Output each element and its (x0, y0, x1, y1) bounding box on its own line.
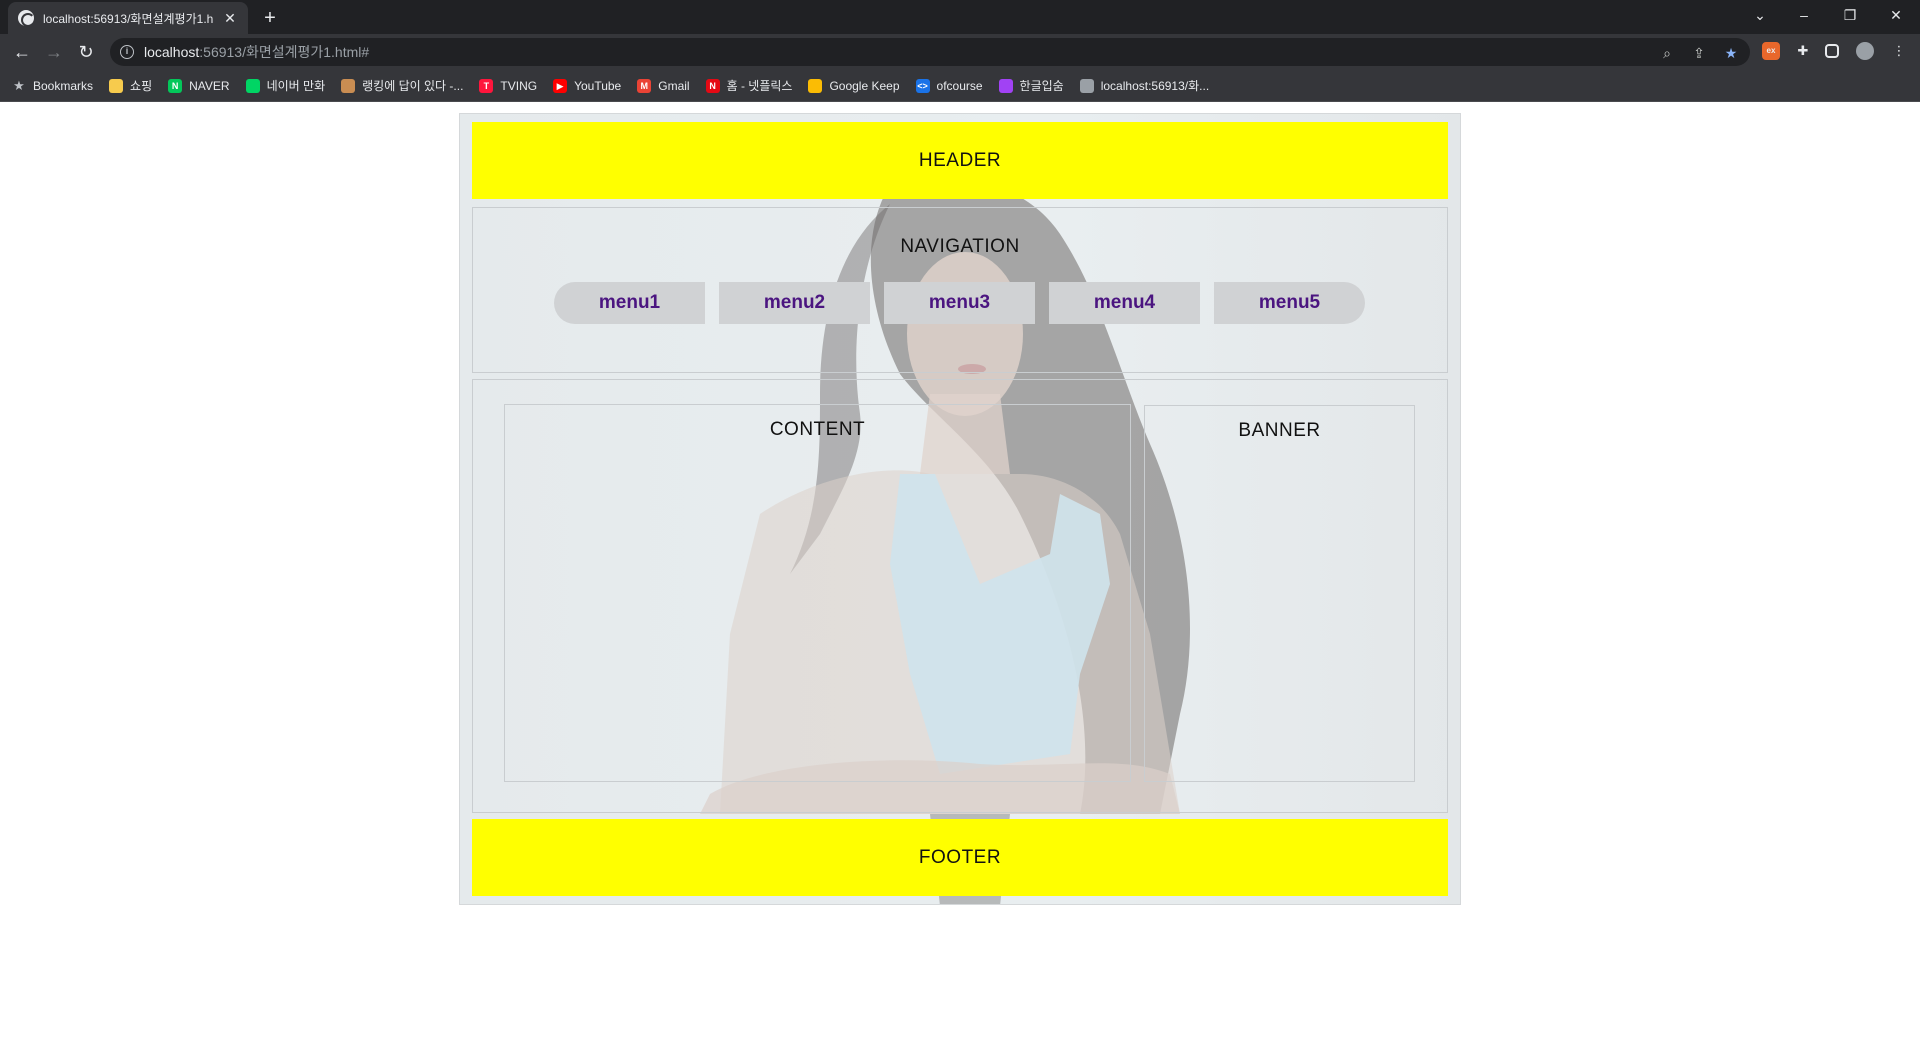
tab-title: localhost:56913/화면설계평가1.h (43, 11, 214, 26)
bookmark-item[interactable]: ★ Bookmarks (12, 77, 94, 93)
bookmark-item[interactable]: Google Keep (808, 78, 900, 93)
globe-icon (18, 10, 35, 27)
hangul-icon (998, 78, 1013, 93)
new-tab-button[interactable]: + (256, 5, 284, 33)
tving-icon: T (479, 78, 494, 93)
url-host: localhost (144, 44, 200, 60)
bookmark-label: localhost:56913/화... (1100, 79, 1210, 93)
folder-icon (109, 78, 124, 93)
more-menu-icon[interactable]: ⋮ (1890, 42, 1908, 60)
bookmark-label: Google Keep (829, 78, 900, 93)
bookmark-label: Bookmarks (33, 78, 94, 93)
bookmark-item[interactable]: <> ofcourse (915, 78, 983, 93)
menu-item-2[interactable]: menu2 (719, 282, 870, 324)
menu-item-3[interactable]: menu3 (884, 282, 1035, 324)
bookmark-item[interactable]: 쇼핑 (109, 77, 152, 94)
banner-title: BANNER (1238, 420, 1321, 441)
bookmark-label: 홈 - 넷플릭스 (726, 79, 793, 93)
share-icon[interactable]: ⇪ (1690, 44, 1708, 62)
banner-section: BANNER (1144, 405, 1415, 782)
footer-section: FOOTER (472, 819, 1448, 896)
bookmark-label: 랭킹에 답이 있다 -... (362, 79, 464, 93)
layout-wrapper: HEADER NAVIGATION menu1 menu2 menu3 menu… (459, 113, 1461, 905)
youtube-icon: ▶ (553, 78, 568, 93)
bookmarks-bar: ★ Bookmarks 쇼핑 N NAVER 네이버 만화 랭킹에 답이 있다 -... T T… (0, 70, 1920, 102)
navigation-title: NAVIGATION (900, 236, 1020, 257)
zoom-icon[interactable]: ⌕ (1658, 44, 1676, 62)
bookmark-label: NAVER (189, 78, 230, 93)
bookmark-item[interactable]: 네이버 만화 (245, 77, 326, 94)
bookmark-label: 쇼핑 (130, 79, 153, 93)
puzzle-icon[interactable]: ✚ (1794, 42, 1812, 60)
menu-item-1[interactable]: menu1 (554, 282, 705, 324)
google-keep-icon (808, 78, 823, 93)
ranking-icon (341, 78, 356, 93)
bookmark-item[interactable]: T TVING (479, 78, 538, 93)
content-title: CONTENT (769, 419, 866, 440)
ofcourse-icon: <> (915, 78, 930, 93)
profile-avatar[interactable] (1856, 42, 1874, 60)
bookmark-label: 한글입숨 (1019, 79, 1064, 93)
back-arrow-icon[interactable]: ← (8, 38, 36, 66)
tab-close-icon[interactable]: ✕ (222, 10, 238, 27)
bookmark-item[interactable]: localhost:56913/화... (1079, 77, 1210, 94)
bookmark-label: ofcourse (936, 78, 983, 93)
menu-item-4[interactable]: menu4 (1049, 282, 1200, 324)
bookmark-star-icon[interactable]: ★ (1722, 44, 1740, 62)
bookmark-item[interactable]: 랭킹에 답이 있다 -... (341, 77, 463, 94)
bookmark-item[interactable]: N 홈 - 넷플릭스 (705, 77, 793, 94)
page-viewport: HEADER NAVIGATION menu1 menu2 menu3 menu… (0, 103, 1920, 1040)
site-info-icon[interactable]: i (120, 45, 134, 59)
netflix-icon: N (705, 78, 720, 93)
naver-icon: N (168, 78, 183, 93)
bookmark-label: 네이버 만화 (266, 79, 326, 93)
reload-icon[interactable]: ↻ (72, 38, 100, 66)
url-path: :56913/화면설계평가1.html# (199, 44, 370, 60)
restore-button[interactable]: ❐ (1828, 0, 1872, 30)
browser-tab[interactable]: localhost:56913/화면설계평가1.h ✕ (8, 2, 248, 34)
extension-icon[interactable]: ex (1762, 42, 1780, 60)
star-icon: ★ (13, 77, 25, 93)
minimize-button[interactable]: – (1782, 0, 1826, 30)
bookmark-label: YouTube (574, 78, 622, 93)
gmail-icon: M (637, 78, 652, 93)
tab-search-chevron-icon[interactable]: ⌄ (1738, 0, 1782, 30)
menu-item-5[interactable]: menu5 (1214, 282, 1365, 324)
bookmark-item[interactable]: N NAVER (168, 78, 230, 93)
browser-tab-bar: localhost:56913/화면설계평가1.h ✕ + ⌄ – ❐ ✕ (0, 0, 1920, 34)
globe-icon (1079, 78, 1094, 93)
bookmark-label: Gmail (658, 78, 690, 93)
bookmark-item[interactable]: 한글입숨 (998, 77, 1064, 94)
bookmark-item[interactable]: M Gmail (637, 78, 690, 93)
bookmark-item[interactable]: ▶ YouTube (553, 78, 622, 93)
header-section: HEADER (472, 122, 1448, 199)
forward-arrow-icon[interactable]: → (40, 38, 68, 66)
navigation-section: NAVIGATION menu1 menu2 menu3 menu4 menu5 (472, 207, 1448, 373)
bookmark-label: TVING (500, 78, 538, 93)
close-window-button[interactable]: ✕ (1874, 0, 1918, 30)
naver-webtoon-icon (245, 78, 260, 93)
content-section: CONTENT (504, 404, 1131, 782)
browser-toolbar: ← → ↻ i localhost:56913/화면설계평가1.html# ⌕ … (0, 34, 1920, 70)
side-panel-icon[interactable] (1825, 44, 1839, 58)
address-bar[interactable]: i localhost:56913/화면설계평가1.html# ⌕ ⇪ ★ (110, 38, 1750, 66)
